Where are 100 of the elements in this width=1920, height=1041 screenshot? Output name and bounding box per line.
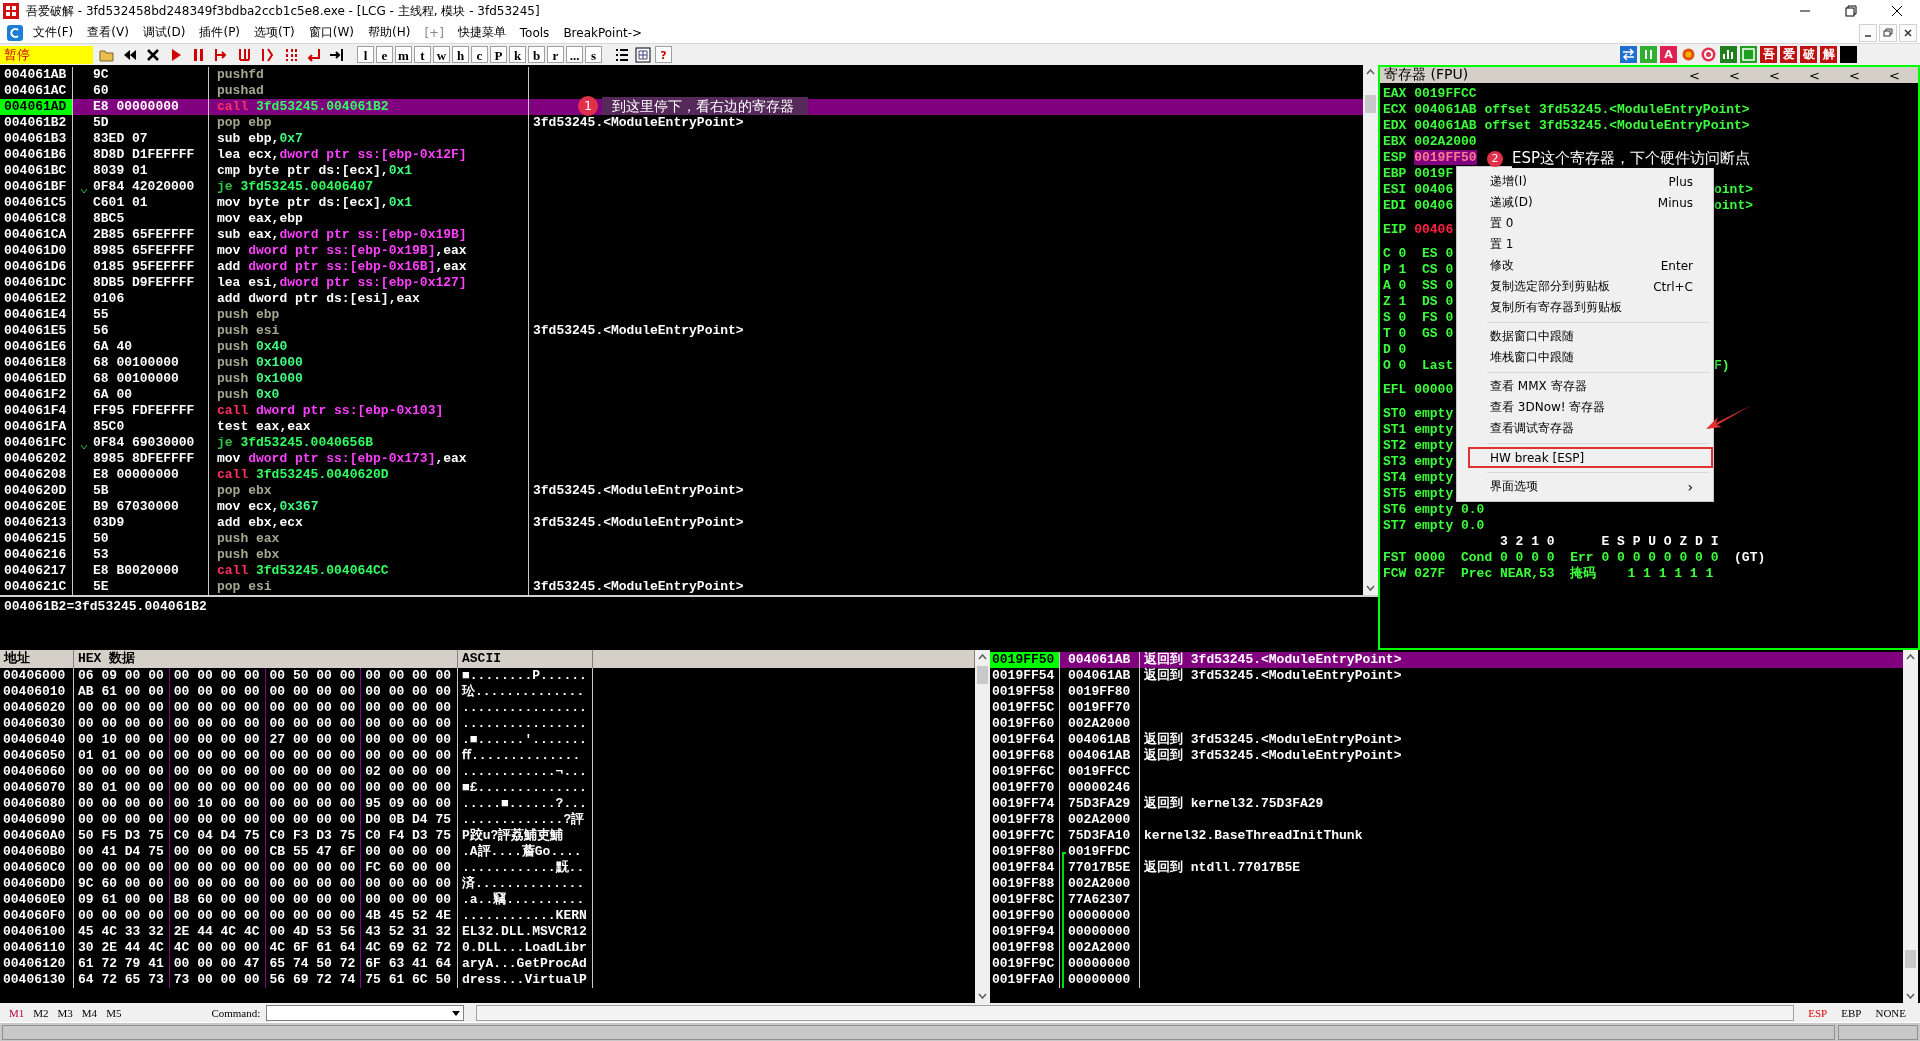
base-register-button[interactable]: ESP xyxy=(1808,1006,1828,1019)
register-text[interactable]: EBP 0019F xyxy=(1383,166,1454,182)
address-cell[interactable]: 004061B2 xyxy=(0,115,73,131)
register-text[interactable]: C 0 ES 0 xyxy=(1383,246,1454,262)
address-cell[interactable]: 004061E8 xyxy=(0,355,73,371)
nav-button[interactable]: < xyxy=(1678,67,1711,83)
register-text[interactable]: EIP 00406 xyxy=(1383,222,1454,238)
address-cell[interactable]: 0019FF68 xyxy=(990,748,1060,764)
register-text[interactable]: FCW 027F Prec NEAR,53 掩码 1 1 1 1 1 1 xyxy=(1383,566,1714,582)
register-text[interactable]: ST0 empty xyxy=(1383,406,1454,422)
menu-item[interactable]: 文件(F) xyxy=(26,24,81,41)
register-text[interactable]: Z 1 DS 0 xyxy=(1383,294,1454,310)
menu-item[interactable]: 递增(I) Plus xyxy=(1457,171,1713,192)
window-button[interactable]: l xyxy=(357,46,374,63)
address-cell[interactable]: 00406217 xyxy=(0,563,73,579)
menu-item[interactable]: 修改 Enter xyxy=(1457,255,1713,276)
column-header[interactable]: ASCII xyxy=(458,650,593,668)
menu-item[interactable]: [+] xyxy=(417,25,451,40)
address-cell[interactable]: 004061FA xyxy=(0,419,73,435)
base-register-button[interactable]: NONE xyxy=(1875,1006,1906,1019)
plugin-button[interactable]: 破 xyxy=(1800,46,1817,63)
column-header[interactable]: 地址 xyxy=(0,650,74,668)
window-button[interactable]: h xyxy=(452,46,469,63)
address-cell[interactable]: 004061D6 xyxy=(0,259,73,275)
column-header[interactable]: HEX 数据 xyxy=(74,650,458,668)
menu-item[interactable]: 置 1 xyxy=(1457,234,1713,255)
address-cell[interactable]: 0019FF5C xyxy=(990,700,1060,716)
address-cell[interactable]: 00406202 xyxy=(0,451,73,467)
address-cell[interactable]: 00406213 xyxy=(0,515,73,531)
address-cell[interactable]: 004061B3 xyxy=(0,131,73,147)
address-cell[interactable]: 0019FF88 xyxy=(990,876,1060,892)
menu-item[interactable]: Tools xyxy=(512,25,557,40)
address-cell[interactable]: 0040620D xyxy=(0,483,73,499)
address-cell[interactable]: 004061FC xyxy=(0,435,73,451)
memory-mark[interactable]: M3 xyxy=(57,1006,73,1019)
window-button[interactable]: e xyxy=(376,46,393,63)
address-cell[interactable]: 0019FF94 xyxy=(990,924,1060,940)
menu-item[interactable]: 复制所有寄存器到剪贴板 xyxy=(1457,297,1713,318)
plugin-button[interactable]: 解 xyxy=(1820,46,1837,63)
menu-item[interactable]: 堆栈窗口中跟随 xyxy=(1457,347,1713,368)
register-text[interactable]: S 0 FS 0 xyxy=(1383,310,1454,326)
address-cell[interactable]: 0019FF6C xyxy=(990,764,1060,780)
menu-item[interactable]: 查看 3DNow! 寄存器 xyxy=(1457,397,1713,418)
address-cell[interactable]: 0019FF84 xyxy=(990,860,1060,876)
menu-item[interactable]: 查看(V) xyxy=(80,24,136,41)
address-cell[interactable]: 004061C8 xyxy=(0,211,73,227)
address-cell[interactable]: 0019FF70 xyxy=(990,780,1060,796)
address-cell[interactable]: 004061BC xyxy=(0,163,73,179)
plugin-button[interactable]: 爱 xyxy=(1780,46,1797,63)
memory-mark[interactable]: M1 xyxy=(9,1006,25,1019)
register-text[interactable]: A 0 SS 0 xyxy=(1383,278,1454,294)
register-text[interactable]: EDX 004061AB offset 3fd53245.<ModuleEntryPoint> xyxy=(1383,118,1750,134)
window-button[interactable]: t xyxy=(414,46,431,63)
address-cell[interactable]: 0019FF78 xyxy=(990,812,1060,828)
plugin-button[interactable]: 吾 xyxy=(1760,46,1777,63)
address-cell[interactable]: 0019FF60 xyxy=(990,716,1060,732)
menu-item[interactable]: 查看调试寄存器 xyxy=(1457,418,1713,439)
address-cell[interactable]: 00406215 xyxy=(0,531,73,547)
register-text[interactable]: ST3 empty xyxy=(1383,454,1454,470)
register-text[interactable]: EAX 0019FFCC xyxy=(1383,86,1477,102)
menu-item[interactable]: 快捷菜单 xyxy=(450,24,513,41)
address-cell[interactable]: 0019FF58 xyxy=(990,684,1060,700)
register-text[interactable]: ST2 empty xyxy=(1383,438,1454,454)
address-cell[interactable]: 004061CA xyxy=(0,227,73,243)
register-text[interactable]: EBX 002A2000 xyxy=(1383,134,1477,150)
window-button[interactable]: w xyxy=(433,46,450,63)
address-cell[interactable]: 004061ED xyxy=(0,371,73,387)
menu-item[interactable]: 数据窗口中跟随 xyxy=(1457,326,1713,347)
menu-item[interactable]: 窗口(W) xyxy=(301,24,361,41)
window-button[interactable]: b xyxy=(528,46,545,63)
menu-item[interactable]: 置 0 xyxy=(1457,213,1713,234)
register-text[interactable]: 3 2 1 0 E S P U O Z D I xyxy=(1383,534,1719,550)
window-button[interactable]: r xyxy=(547,46,564,63)
address-cell[interactable]: 0019FF7C xyxy=(990,828,1060,844)
address-cell[interactable]: 004061C5 xyxy=(0,195,73,211)
menu-item[interactable]: 递减(D) Minus xyxy=(1457,192,1713,213)
nav-button[interactable]: < xyxy=(1718,67,1751,83)
menu-item[interactable]: 调试(D) xyxy=(135,24,193,41)
nav-button[interactable]: < xyxy=(1878,67,1911,83)
address-cell[interactable]: 0019FF74 xyxy=(990,796,1060,812)
register-text[interactable]: ST4 empty xyxy=(1383,470,1454,486)
register-text[interactable]: P 1 CS 0 xyxy=(1383,262,1454,278)
window-button[interactable]: k xyxy=(509,46,526,63)
register-text[interactable]: EFL 00000 xyxy=(1383,382,1454,398)
window-button[interactable]: P xyxy=(490,46,507,63)
address-cell[interactable]: 004061E4 xyxy=(0,307,73,323)
address-cell[interactable]: 0019FF64 xyxy=(990,732,1060,748)
memory-mark[interactable]: M4 xyxy=(81,1006,98,1019)
address-cell[interactable]: 004061BF xyxy=(0,179,73,195)
help-button[interactable]: ? xyxy=(655,46,672,63)
address-cell[interactable]: 004061F2 xyxy=(0,387,73,403)
nav-button[interactable]: < xyxy=(1758,67,1791,83)
menu-item[interactable]: 帮助(H) xyxy=(361,24,418,41)
address-cell[interactable]: 004061AB xyxy=(0,67,73,83)
menu-item[interactable]: 选项(T) xyxy=(247,24,302,41)
menu-item[interactable]: 界面选项 › xyxy=(1457,476,1713,497)
register-text[interactable]: ST1 empty xyxy=(1383,422,1454,438)
register-text[interactable]: ECX 004061AB offset 3fd53245.<ModuleEntryPoint> xyxy=(1383,102,1750,118)
address-cell[interactable]: 0019FFA0 xyxy=(990,972,1060,988)
window-button[interactable]: ... xyxy=(566,46,583,63)
